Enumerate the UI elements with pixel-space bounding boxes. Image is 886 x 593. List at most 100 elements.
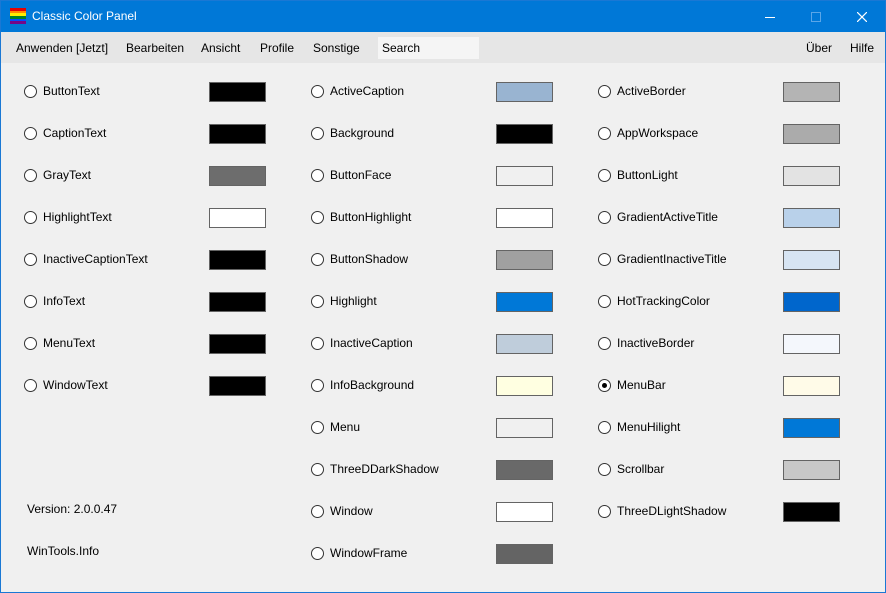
menu-apply-now[interactable]: Anwenden [Jetzt] xyxy=(16,41,108,55)
search-input[interactable]: Search xyxy=(378,37,479,59)
menu-other[interactable]: Sonstige xyxy=(313,41,360,55)
color-row[interactable]: MenuText xyxy=(24,334,274,354)
color-swatch[interactable] xyxy=(783,250,840,270)
color-radio[interactable] xyxy=(311,379,324,392)
color-row[interactable]: ThreeDLightShadow xyxy=(598,502,848,522)
color-row[interactable]: ButtonLight xyxy=(598,166,848,186)
color-swatch[interactable] xyxy=(783,334,840,354)
color-radio[interactable] xyxy=(598,211,611,224)
color-row[interactable]: ButtonFace xyxy=(311,166,561,186)
color-radio[interactable] xyxy=(598,337,611,350)
color-radio[interactable] xyxy=(598,169,611,182)
color-swatch[interactable] xyxy=(783,376,840,396)
color-radio[interactable] xyxy=(24,253,37,266)
color-radio[interactable] xyxy=(311,211,324,224)
color-radio[interactable] xyxy=(24,337,37,350)
color-swatch[interactable] xyxy=(496,208,553,228)
color-radio[interactable] xyxy=(598,85,611,98)
color-radio[interactable] xyxy=(24,169,37,182)
color-swatch[interactable] xyxy=(209,82,266,102)
color-swatch[interactable] xyxy=(496,418,553,438)
color-row[interactable]: WindowText xyxy=(24,376,274,396)
color-swatch[interactable] xyxy=(496,166,553,186)
color-row[interactable]: InactiveCaption xyxy=(311,334,561,354)
title-bar[interactable]: Classic Color Panel xyxy=(1,1,885,32)
website-link[interactable]: WinTools.Info xyxy=(27,544,99,558)
color-radio[interactable] xyxy=(24,85,37,98)
color-row[interactable]: ActiveCaption xyxy=(311,82,561,102)
color-row[interactable]: GrayText xyxy=(24,166,274,186)
color-radio[interactable] xyxy=(598,505,611,518)
color-radio[interactable] xyxy=(311,547,324,560)
color-radio[interactable] xyxy=(598,127,611,140)
color-row[interactable]: ButtonText xyxy=(24,82,274,102)
color-radio[interactable] xyxy=(311,463,324,476)
color-row[interactable]: Window xyxy=(311,502,561,522)
color-swatch[interactable] xyxy=(783,460,840,480)
color-row[interactable]: InfoText xyxy=(24,292,274,312)
color-row[interactable]: MenuBar xyxy=(598,376,848,396)
color-swatch[interactable] xyxy=(783,208,840,228)
color-radio[interactable] xyxy=(311,421,324,434)
color-row[interactable]: HotTrackingColor xyxy=(598,292,848,312)
color-swatch[interactable] xyxy=(783,292,840,312)
color-swatch[interactable] xyxy=(496,292,553,312)
color-swatch[interactable] xyxy=(209,292,266,312)
color-swatch[interactable] xyxy=(783,124,840,144)
color-swatch[interactable] xyxy=(209,376,266,396)
color-swatch[interactable] xyxy=(209,208,266,228)
menu-help[interactable]: Hilfe xyxy=(850,41,874,55)
menu-view[interactable]: Ansicht xyxy=(201,41,240,55)
color-row[interactable]: GradientActiveTitle xyxy=(598,208,848,228)
menu-edit[interactable]: Bearbeiten xyxy=(126,41,184,55)
color-swatch[interactable] xyxy=(209,166,266,186)
color-radio[interactable] xyxy=(24,127,37,140)
color-swatch[interactable] xyxy=(496,376,553,396)
color-swatch[interactable] xyxy=(783,418,840,438)
color-swatch[interactable] xyxy=(209,124,266,144)
color-radio[interactable] xyxy=(598,421,611,434)
color-row[interactable]: Highlight xyxy=(311,292,561,312)
menu-profiles[interactable]: Profile xyxy=(260,41,294,55)
color-row[interactable]: GradientInactiveTitle xyxy=(598,250,848,270)
color-swatch[interactable] xyxy=(783,502,840,522)
color-swatch[interactable] xyxy=(209,250,266,270)
color-row[interactable]: WindowFrame xyxy=(311,544,561,564)
minimize-button[interactable] xyxy=(747,1,793,32)
color-swatch[interactable] xyxy=(209,334,266,354)
color-radio[interactable] xyxy=(311,169,324,182)
color-radio[interactable] xyxy=(598,295,611,308)
color-radio[interactable] xyxy=(311,127,324,140)
color-row[interactable]: Scrollbar xyxy=(598,460,848,480)
color-swatch[interactable] xyxy=(496,334,553,354)
color-radio[interactable] xyxy=(24,295,37,308)
color-row[interactable]: InfoBackground xyxy=(311,376,561,396)
color-swatch[interactable] xyxy=(783,166,840,186)
color-radio[interactable] xyxy=(24,379,37,392)
color-row[interactable]: ButtonHighlight xyxy=(311,208,561,228)
color-swatch[interactable] xyxy=(496,82,553,102)
color-swatch[interactable] xyxy=(496,460,553,480)
color-row[interactable]: InactiveCaptionText xyxy=(24,250,274,270)
color-radio[interactable] xyxy=(311,295,324,308)
menu-about[interactable]: Über xyxy=(806,41,832,55)
color-radio[interactable] xyxy=(311,337,324,350)
color-swatch[interactable] xyxy=(496,124,553,144)
color-row[interactable]: InactiveBorder xyxy=(598,334,848,354)
color-radio[interactable] xyxy=(311,253,324,266)
color-radio[interactable] xyxy=(598,379,611,392)
color-radio[interactable] xyxy=(598,253,611,266)
close-button[interactable] xyxy=(839,1,885,32)
color-row[interactable]: ActiveBorder xyxy=(598,82,848,102)
color-row[interactable]: AppWorkspace xyxy=(598,124,848,144)
color-swatch[interactable] xyxy=(496,502,553,522)
color-swatch[interactable] xyxy=(496,544,553,564)
color-row[interactable]: Menu xyxy=(311,418,561,438)
color-row[interactable]: ButtonShadow xyxy=(311,250,561,270)
color-row[interactable]: HighlightText xyxy=(24,208,274,228)
color-radio[interactable] xyxy=(311,505,324,518)
color-radio[interactable] xyxy=(598,463,611,476)
color-row[interactable]: MenuHilight xyxy=(598,418,848,438)
color-swatch[interactable] xyxy=(496,250,553,270)
color-row[interactable]: Background xyxy=(311,124,561,144)
